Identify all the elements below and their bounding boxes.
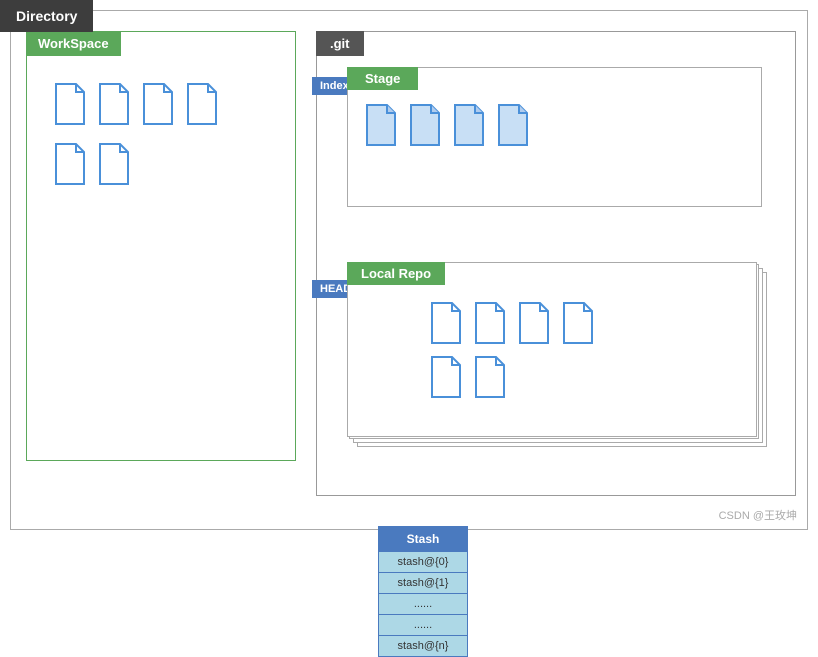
stash-header: Stash xyxy=(379,527,467,551)
workspace-files-row1 xyxy=(52,82,270,126)
workspace-panel: WorkSpace xyxy=(26,31,296,461)
watermark: CSDN @王玫坤 xyxy=(719,507,797,523)
workspace-file-3 xyxy=(140,82,176,126)
workspace-file-4 xyxy=(184,82,220,126)
workspace-file-5 xyxy=(52,142,88,186)
workspace-files-area xyxy=(27,32,295,201)
workspace-file-6 xyxy=(96,142,132,186)
local-file-1 xyxy=(428,301,464,345)
local-repo-stack: Local Repo Stash stash@{0} stash@{1} ...… xyxy=(347,262,762,457)
local-repo-label: Local Repo xyxy=(347,262,445,285)
workspace-label: WorkSpace xyxy=(26,31,121,56)
local-repo-files-row2 xyxy=(428,355,741,399)
stash-item-n: stash@{n} xyxy=(379,635,467,656)
stage-panel: Stage xyxy=(347,67,762,207)
local-file-2 xyxy=(472,301,508,345)
local-file-4 xyxy=(560,301,596,345)
stash-panel: Stash stash@{0} stash@{1} ...... ...... … xyxy=(378,526,468,657)
stage-file-4 xyxy=(495,103,531,147)
stage-file-1 xyxy=(363,103,399,147)
workspace-file-2 xyxy=(96,82,132,126)
main-container: WorkSpace xyxy=(10,10,808,530)
stage-label: Stage xyxy=(347,67,418,90)
local-file-6 xyxy=(472,355,508,399)
workspace-files-row2 xyxy=(52,142,270,186)
stash-item-dots2: ...... xyxy=(379,614,467,635)
stash-item-0: stash@{0} xyxy=(379,551,467,572)
local-repo-files-row1 xyxy=(428,301,741,345)
local-file-3 xyxy=(516,301,552,345)
stage-file-2 xyxy=(407,103,443,147)
git-label: .git xyxy=(316,31,364,56)
git-panel: .git Index Stage xyxy=(316,31,796,496)
local-repo-card-front: Local Repo Stash stash@{0} stash@{1} ...… xyxy=(347,262,757,437)
title-text: Directory xyxy=(16,8,77,24)
workspace-file-1 xyxy=(52,82,88,126)
local-file-5 xyxy=(428,355,464,399)
stage-file-3 xyxy=(451,103,487,147)
stash-item-dots1: ...... xyxy=(379,593,467,614)
stash-item-1: stash@{1} xyxy=(379,572,467,593)
title-bar: Directory xyxy=(0,0,93,32)
